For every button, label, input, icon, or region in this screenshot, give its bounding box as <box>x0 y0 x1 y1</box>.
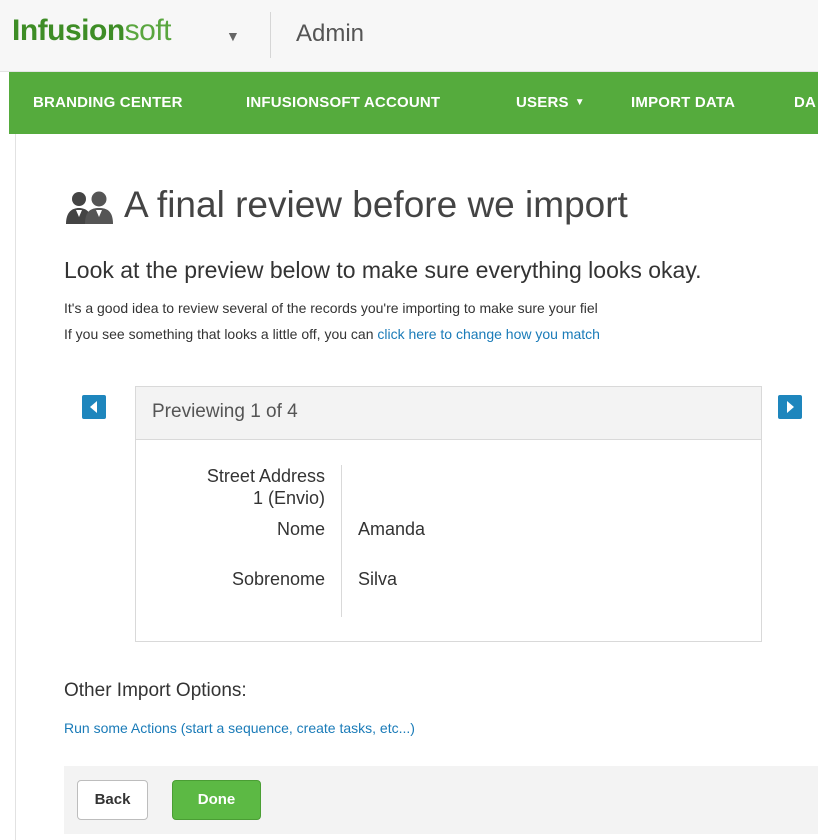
field-label-nome: Nome <box>276 519 325 539</box>
field-label-street-address-line2: 1 (Envio) <box>252 488 325 508</box>
change-match-link[interactable]: click here to change how you match <box>377 326 600 342</box>
caret-down-icon: ▼ <box>574 97 585 108</box>
done-button[interactable]: Done <box>172 780 261 820</box>
field-value-sobrenome: Silva <box>358 569 398 589</box>
next-record-button[interactable] <box>778 395 802 419</box>
page-title: A final review before we import <box>124 184 628 225</box>
arrow-left-icon <box>90 401 97 413</box>
nav-item-users-label: USERS <box>516 94 569 111</box>
run-actions-link[interactable]: Run some Actions (start a sequence, crea… <box>64 720 415 736</box>
field-divider <box>341 465 342 617</box>
top-bar: Infusionsoft ▼ Admin <box>0 0 818 72</box>
section-title: Admin <box>296 20 365 47</box>
nav-item-branding-center[interactable]: BRANDING CENTER <box>33 94 183 111</box>
form-actions-bar: Back Done <box>64 766 818 834</box>
arrow-right-icon <box>787 401 794 413</box>
field-label-sobrenome: Sobrenome <box>231 569 325 589</box>
back-button[interactable]: Back <box>77 780 148 820</box>
nav-item-users[interactable]: USERS ▼ <box>516 94 585 111</box>
other-import-options-title: Other Import Options: <box>64 680 247 701</box>
record-preview-card: Previewing 1 of 4 Street Address 1 (Envi… <box>135 386 762 642</box>
field-value-nome: Amanda <box>358 519 426 539</box>
previous-record-button[interactable] <box>82 395 106 419</box>
page-subtitle: Look at the preview below to make sure e… <box>64 257 702 283</box>
admin-nav: BRANDING CENTER INFUSIONSOFT ACCOUNT USE… <box>9 72 818 134</box>
nav-item-import-data[interactable]: IMPORT DATA <box>631 94 735 111</box>
field-label-street-address-line1: Street Address <box>206 466 325 486</box>
logo-light-text: soft <box>124 14 172 47</box>
logo-bold-text: Infusion <box>12 14 125 47</box>
preview-body: Street Address 1 (Envio) Nome Amanda Sob… <box>136 441 761 641</box>
nav-item-data[interactable]: DA <box>794 94 816 111</box>
preview-counter: Previewing 1 of 4 <box>152 401 298 422</box>
users-icon <box>66 191 113 224</box>
field-label-street-address: Street Address 1 (Envio) <box>207 465 325 509</box>
review-instructions: It's a good idea to review several of th… <box>64 300 598 316</box>
topbar-divider <box>270 12 271 58</box>
preview-header: Previewing 1 of 4 <box>136 387 761 440</box>
change-match-prefix: If you see something that looks a little… <box>64 326 378 342</box>
nav-item-infusionsoft-account[interactable]: INFUSIONSOFT ACCOUNT <box>246 94 440 111</box>
content-left-border <box>15 134 16 840</box>
app-switcher-caret-icon[interactable]: ▼ <box>226 28 240 44</box>
infusionsoft-logo[interactable]: Infusionsoft <box>12 14 172 48</box>
change-match-text: If you see something that looks a little… <box>64 326 600 342</box>
